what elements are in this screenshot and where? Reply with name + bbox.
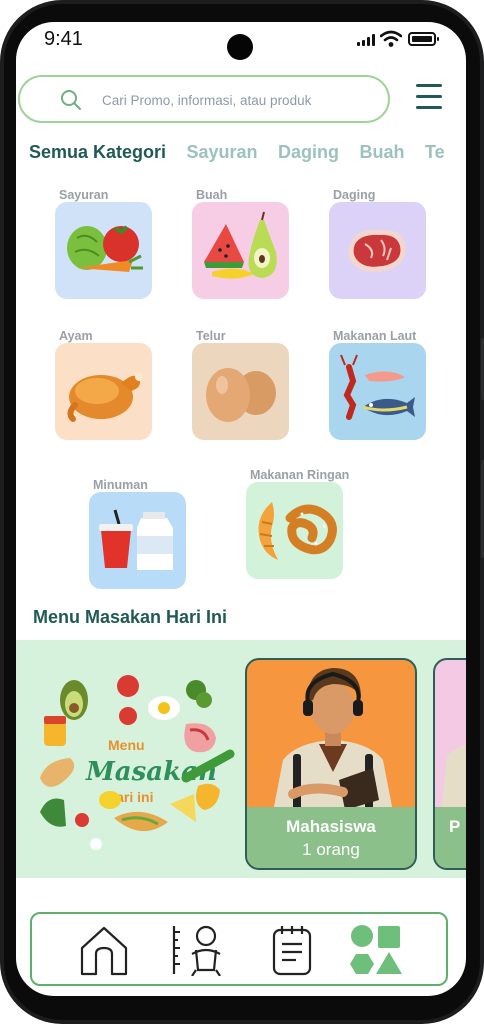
menu-card-partial[interactable]: P xyxy=(433,658,466,870)
bottom-navigation xyxy=(30,912,448,986)
category-label: Sayuran xyxy=(59,188,109,202)
menu-banner: Menu Masakan Hari ini Mahasiswa 1 orang … xyxy=(16,640,466,878)
app-screen: 9:41 Semua Kategori Sa xyxy=(16,22,466,996)
card-role: P xyxy=(449,817,461,836)
hamburger-menu-button[interactable] xyxy=(416,84,444,110)
fruit-icon xyxy=(192,202,289,299)
battery-icon xyxy=(408,32,439,46)
category-label: Minuman xyxy=(93,478,148,492)
category-label: Ayam xyxy=(59,329,93,343)
menu-card-mahasiswa[interactable]: Mahasiswa 1 orang xyxy=(245,658,417,870)
baby-growth-icon xyxy=(172,925,221,977)
search-bar[interactable] xyxy=(18,75,390,123)
card-role: Mahasiswa xyxy=(286,817,376,836)
drinks-icon xyxy=(89,492,186,589)
category-label: Buah xyxy=(196,188,228,202)
home-icon xyxy=(80,926,128,976)
wifi-icon xyxy=(380,30,402,47)
section-title: Menu Masakan Hari Ini xyxy=(33,607,228,627)
card-footer: Mahasiswa 1 orang xyxy=(247,807,415,868)
nav-notes[interactable] xyxy=(264,924,320,976)
seafood-icon xyxy=(329,343,426,440)
tab-partial[interactable]: Te xyxy=(425,142,445,163)
tab-semua-kategori[interactable]: Semua Kategori xyxy=(29,142,166,163)
person-avatar xyxy=(273,668,393,812)
tab-sayuran[interactable]: Sayuran xyxy=(187,142,258,163)
front-camera xyxy=(227,34,253,60)
phone-frame: 9:41 Semua Kategori Sa xyxy=(0,0,484,1024)
search-input[interactable] xyxy=(102,87,362,113)
menu-illustration: Menu Masakan Hari ini xyxy=(40,675,235,850)
category-label: Daging xyxy=(333,188,376,202)
snacks-icon xyxy=(246,482,343,579)
notes-icon xyxy=(272,926,312,976)
category-label: Makanan Laut xyxy=(333,329,417,343)
eggs-icon xyxy=(192,343,289,440)
vegetables-icon xyxy=(55,202,152,299)
banner-text-menu: Menu xyxy=(108,737,145,753)
nav-baby-growth[interactable] xyxy=(168,924,224,977)
person-avatar xyxy=(441,744,466,812)
search-icon xyxy=(61,90,81,110)
category-label: Telur xyxy=(196,329,226,343)
card-footer: P xyxy=(435,807,466,868)
status-time: 9:41 xyxy=(44,28,83,50)
meat-icon xyxy=(329,202,426,299)
categories-shapes-icon xyxy=(350,925,402,974)
status-bar: 9:41 xyxy=(16,22,466,62)
category-tabs: Semua Kategori Sayuran Daging Buah Te xyxy=(29,142,466,163)
tab-buah[interactable]: Buah xyxy=(359,142,404,163)
nav-categories[interactable] xyxy=(348,924,404,976)
signal-icon xyxy=(357,34,375,46)
category-label: Makanan Ringan xyxy=(250,468,350,482)
roast-chicken-icon xyxy=(55,343,152,440)
nav-home[interactable] xyxy=(76,924,132,976)
card-count: 1 orang xyxy=(302,840,360,859)
tab-daging[interactable]: Daging xyxy=(278,142,339,163)
